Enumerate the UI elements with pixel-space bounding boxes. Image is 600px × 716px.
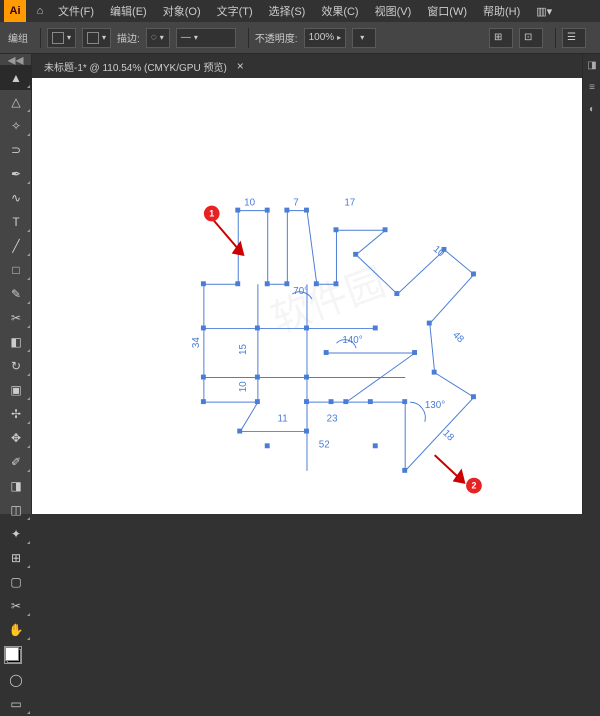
stroke-weight-dropdown[interactable]: ◌ ▾ <box>146 28 170 48</box>
separator <box>248 28 249 48</box>
panel-toggle-icon[interactable]: ◂◂ <box>0 54 31 66</box>
menu-object[interactable]: 对象(O) <box>155 3 209 19</box>
document-area: 未标题-1* @ 110.54% (CMYK/GPU 预览) × 软件园 <box>32 54 582 514</box>
menu-help[interactable]: 帮助(H) <box>475 3 528 19</box>
opacity-value: 100% <box>309 32 335 43</box>
menu-view[interactable]: 视图(V) <box>367 3 420 19</box>
opacity-input[interactable]: 100%▸ <box>304 28 347 48</box>
lasso-tool-icon[interactable]: ⊃ <box>0 138 32 162</box>
separator <box>555 28 556 48</box>
tool-panel: ◂◂ ▲ △ ✧ ⊃ ✒ ∿ T ╱ □ ✎ ✂ ◧ ↻ ▣ ✢ ✥ ✐ ◨ ◫… <box>0 54 32 514</box>
dim-text: 7 <box>293 198 298 209</box>
separator <box>40 28 41 48</box>
stroke-style-dropdown[interactable]: — ▾ <box>176 28 236 48</box>
artwork-svg: 软件园 10 7 17 10 70° 140° <box>32 78 582 510</box>
menu-bar: Ai ⌂ 文件(F) 编辑(E) 对象(O) 文字(T) 选择(S) 效果(C)… <box>0 0 600 22</box>
dim-text: 23 <box>327 414 338 425</box>
dim-text: 15 <box>238 344 249 355</box>
menu-effect[interactable]: 效果(C) <box>313 3 366 19</box>
dim-text: 11 <box>278 414 288 425</box>
dim-text: 52 <box>319 439 330 450</box>
angle-arc <box>410 402 425 422</box>
free-transform-tool-icon[interactable]: ✥ <box>0 426 32 450</box>
artboard-tool-icon[interactable]: ▢ <box>0 570 32 594</box>
menu-select[interactable]: 选择(S) <box>261 3 314 19</box>
dim-text: 10 <box>238 381 249 392</box>
home-icon[interactable]: ⌂ <box>30 5 50 17</box>
group-label: 编组 <box>8 30 28 45</box>
panel-layers-icon[interactable]: ≡ <box>583 76 600 98</box>
column-graph-tool-icon[interactable]: ⊞ <box>0 546 32 570</box>
arrow-2: 2 <box>435 455 482 493</box>
app-logo-icon: Ai <box>4 0 26 22</box>
gradient-tool-icon[interactable]: ◨ <box>0 474 32 498</box>
curvature-tool-icon[interactable]: ∿ <box>0 186 32 210</box>
panel-properties-icon[interactable]: ◨ <box>583 54 600 76</box>
type-tool-icon[interactable]: T <box>0 210 32 234</box>
right-panel-strip: ◨ ≡ ◐ <box>582 54 600 514</box>
badge-2-label: 2 <box>471 481 476 491</box>
hand-tool-icon[interactable]: ✋ <box>0 618 32 642</box>
slice-tool-icon[interactable]: ✂ <box>0 594 32 618</box>
menu-file[interactable]: 文件(F) <box>50 3 102 19</box>
scale-tool-icon[interactable]: ▣ <box>0 378 32 402</box>
screen-mode-icon[interactable]: ▭ <box>0 692 32 716</box>
opacity-label: 不透明度: <box>255 30 298 45</box>
align-icon[interactable]: ⊞ <box>489 28 513 48</box>
dim-text: 48 <box>450 330 466 346</box>
stroke-dropdown[interactable]: ▾ <box>82 28 111 48</box>
style-dropdown[interactable]: ▾ <box>352 28 376 48</box>
eyedropper-tool-icon[interactable]: ✐ <box>0 450 32 474</box>
canvas[interactable]: 软件园 10 7 17 10 70° 140° <box>32 78 582 514</box>
line-tool-icon[interactable]: ╱ <box>0 234 32 258</box>
workspace-switcher-icon[interactable]: ▥▾ <box>528 5 560 18</box>
dim-text: 10 <box>244 198 255 209</box>
transform-icon[interactable]: ⊡ <box>519 28 543 48</box>
symbol-sprayer-tool-icon[interactable]: ✦ <box>0 522 32 546</box>
menu-text[interactable]: 文字(T) <box>209 3 261 19</box>
drawing-mode-icon[interactable]: ◯ <box>0 668 32 692</box>
menu-window[interactable]: 窗口(W) <box>419 3 475 19</box>
dim-text: 17 <box>344 198 355 209</box>
direct-selection-tool-icon[interactable]: △ <box>0 90 32 114</box>
badge-1-label: 1 <box>209 208 214 218</box>
stroke-label: 描边: <box>117 30 140 45</box>
blend-tool-icon[interactable]: ◫ <box>0 498 32 522</box>
options-bar: 编组 ▾ ▾ 描边: ◌ ▾ — ▾ 不透明度: 100%▸ ▾ ⊞ ⊡ ☰ <box>0 22 600 54</box>
paintbrush-tool-icon[interactable]: ✎ <box>0 282 32 306</box>
rotate-tool-icon[interactable]: ↻ <box>0 354 32 378</box>
panel-color-icon[interactable]: ◐ <box>583 98 600 120</box>
eraser-tool-icon[interactable]: ◧ <box>0 330 32 354</box>
shaper-tool-icon[interactable]: ✂ <box>0 306 32 330</box>
document-tab[interactable]: 未标题-1* @ 110.54% (CMYK/GPU 预览) × <box>32 54 582 78</box>
watermark: 软件园 <box>266 260 392 342</box>
arrow-1: 1 <box>204 206 243 255</box>
menu-edit[interactable]: 编辑(E) <box>102 3 155 19</box>
pen-tool-icon[interactable]: ✒ <box>0 162 32 186</box>
dim-text: 140° <box>342 335 362 346</box>
selection-tool-icon[interactable]: ▲ <box>0 66 32 90</box>
dim-text: 34 <box>191 337 202 348</box>
tab-title: 未标题-1* @ 110.54% (CMYK/GPU 预览) <box>44 59 227 74</box>
color-picker[interactable] <box>0 642 31 668</box>
magic-wand-tool-icon[interactable]: ✧ <box>0 114 32 138</box>
dim-text: 130° <box>425 400 445 411</box>
rectangle-tool-icon[interactable]: □ <box>0 258 32 282</box>
tab-close-icon[interactable]: × <box>237 59 244 73</box>
dim-text: 70° <box>293 286 308 297</box>
arrange-icon[interactable]: ☰ <box>562 28 586 48</box>
width-tool-icon[interactable]: ✢ <box>0 402 32 426</box>
fill-dropdown[interactable]: ▾ <box>47 28 76 48</box>
